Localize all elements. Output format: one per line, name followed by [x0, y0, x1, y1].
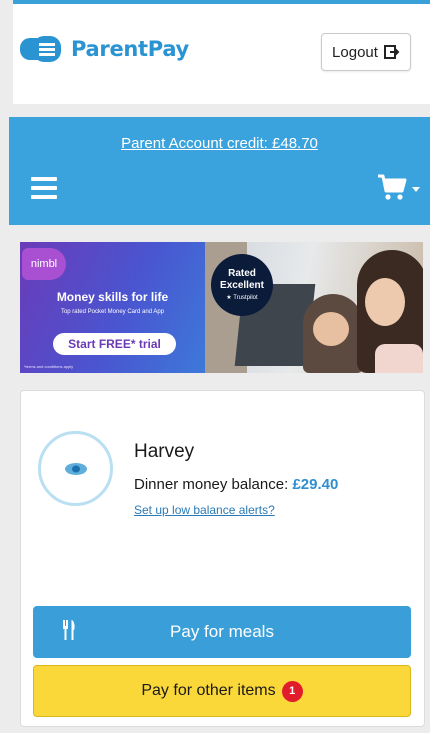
logout-label: Logout: [332, 43, 378, 61]
child-card: Harvey Dinner money balance: £29.40 Set …: [20, 390, 425, 727]
parentpay-logo-icon: [20, 36, 61, 62]
eye-icon: [64, 462, 87, 475]
badge-excellent: Excellent: [220, 280, 264, 291]
pay-for-meals-button[interactable]: Pay for meals: [33, 606, 411, 658]
badge-rated: Rated: [228, 268, 256, 279]
banner-subtitle: Top rated Pocket Money Card and App: [60, 309, 165, 315]
pay-for-other-items-label: Pay for other items: [141, 682, 276, 699]
balance-value: £29.40: [292, 476, 339, 493]
banner-title: Money skills for life: [56, 290, 169, 304]
banner-photo-child-face: [313, 312, 349, 346]
badge-source: ★ Trustpilot: [226, 295, 258, 301]
top-header: ParentPay Logout: [13, 0, 430, 104]
banner-cta-button[interactable]: Start FREE* trial: [53, 333, 176, 355]
menu-icon[interactable]: [31, 177, 57, 199]
low-balance-alerts-link[interactable]: Set up low balance alerts?: [134, 503, 275, 517]
basket-button[interactable]: [377, 173, 420, 201]
child-avatar: [38, 431, 113, 506]
cart-icon: [378, 174, 407, 200]
pay-for-meals-label: Pay for meals: [170, 622, 274, 641]
pay-for-other-items-button[interactable]: Pay for other items 1: [33, 665, 411, 717]
trustpilot-badge: Rated Excellent ★ Trustpilot: [211, 254, 273, 316]
banner-terms: *terms and conditions apply: [24, 364, 74, 369]
banner-photo-mother-top: [375, 344, 423, 373]
account-credit-link[interactable]: Parent Account credit: £48.70: [9, 135, 430, 152]
brand[interactable]: ParentPay: [19, 34, 189, 64]
nimbl-logo: nimbl: [22, 248, 66, 280]
brand-name: ParentPay: [71, 37, 189, 61]
banner-photo: Rated Excellent ★ Trustpilot: [205, 242, 423, 373]
banner-photo-mother-face: [365, 278, 405, 326]
banner-promo-panel: nimbl Money skills for life Top rated Po…: [20, 242, 205, 373]
chevron-down-icon: [412, 186, 420, 192]
logout-button[interactable]: Logout: [321, 33, 411, 71]
items-count-badge: 1: [281, 680, 303, 702]
child-name: Harvey: [134, 441, 195, 462]
dinner-balance: Dinner money balance: £29.40: [134, 476, 338, 493]
logout-icon: [383, 45, 400, 59]
account-bar: Parent Account credit: £48.70: [9, 117, 430, 225]
nimbl-advert-banner[interactable]: nimbl Money skills for life Top rated Po…: [20, 242, 423, 373]
balance-label: Dinner money balance:: [134, 476, 289, 493]
